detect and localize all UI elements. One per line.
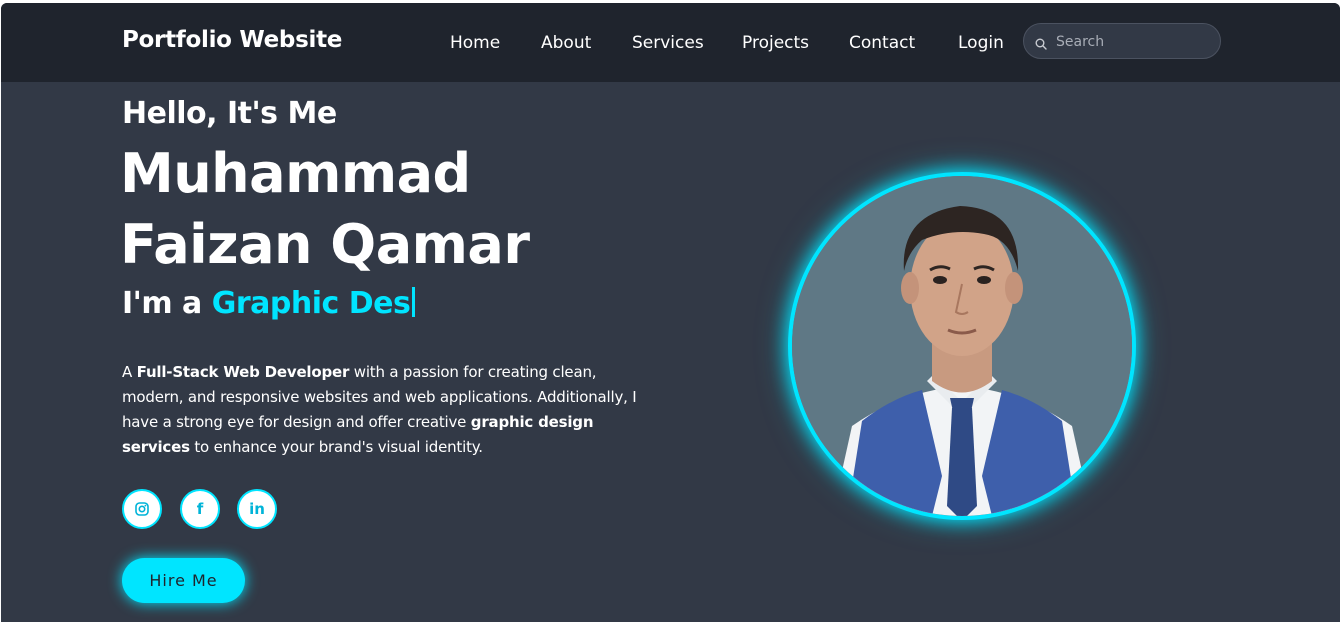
typing-cursor	[412, 287, 416, 317]
nav-about[interactable]: About	[541, 33, 591, 53]
search-box[interactable]	[1023, 23, 1221, 59]
search-input[interactable]	[1054, 30, 1208, 54]
hero-description: A Full-Stack Web Developer with a passio…	[122, 360, 652, 460]
hero-role: I'm a Graphic Des	[122, 286, 416, 321]
linkedin-link[interactable]: in	[237, 489, 277, 529]
nav-services[interactable]: Services	[632, 33, 704, 53]
page: Portfolio Website Home About Services Pr…	[1, 3, 1340, 622]
linkedin-icon: in	[249, 500, 265, 518]
desc-text-3: to enhance your brand's visual identity.	[189, 438, 483, 456]
instagram-link[interactable]	[122, 489, 162, 529]
facebook-icon: f	[196, 500, 204, 518]
instagram-icon	[135, 502, 149, 516]
profile-photo	[788, 172, 1136, 520]
nav-login[interactable]: Login	[958, 33, 1004, 53]
facebook-link[interactable]: f	[180, 489, 220, 529]
desc-bold-1: Full-Stack Web Developer	[136, 363, 350, 381]
search-icon	[1035, 35, 1047, 54]
hero-name-line1: Muhammad	[120, 142, 471, 205]
role-prefix: I'm a	[122, 286, 202, 321]
role-typed-text: Graphic Des	[211, 286, 411, 321]
hero-name: Muhammad Faizan Qamar	[120, 138, 640, 280]
person-portrait-image	[792, 176, 1132, 516]
site-logo[interactable]: Portfolio Website	[122, 27, 342, 53]
desc-text-1: A	[122, 363, 137, 381]
hero-greeting: Hello, It's Me	[122, 96, 337, 131]
nav-contact[interactable]: Contact	[849, 33, 915, 53]
nav-home[interactable]: Home	[450, 33, 500, 53]
nav-projects[interactable]: Projects	[742, 33, 809, 53]
hero-name-line2: Faizan Qamar	[120, 213, 530, 276]
navbar: Portfolio Website Home About Services Pr…	[1, 3, 1340, 82]
hire-me-button[interactable]: Hire Me	[122, 558, 245, 603]
